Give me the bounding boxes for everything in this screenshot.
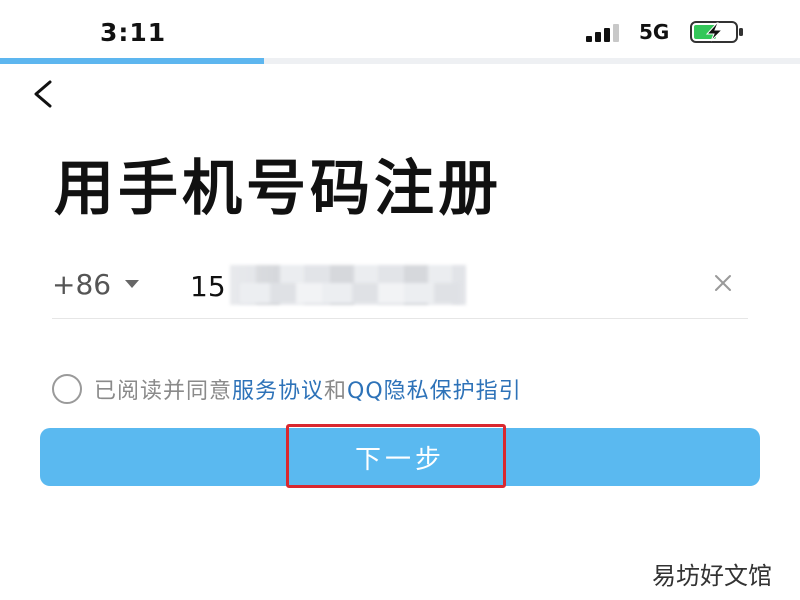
country-code-label: +86 [52, 268, 112, 301]
caret-down-icon [125, 280, 140, 288]
agreement-prefix: 已阅读并同意 [94, 379, 233, 404]
registration-progress-track [0, 58, 800, 64]
page-title: 用手机号码注册 [54, 154, 502, 224]
registration-progress-fill [0, 58, 264, 64]
registration-screen: 3:11 5G 用手机号码注册 +86 15 已阅读并同意 服务协议 和 QQ隐… [0, 0, 800, 600]
chevron-left-icon [34, 80, 52, 108]
battery-charging-icon [690, 21, 743, 43]
redacted-phone-digits-lower [240, 283, 460, 303]
country-code-selector[interactable]: +86 [52, 268, 140, 301]
phone-field-underline [52, 318, 748, 319]
next-step-button[interactable]: 下一步 [40, 428, 760, 486]
watermark-text: 易坊好文馆 [652, 562, 772, 590]
agreement-row: 已阅读并同意 服务协议 和 QQ隐私保护指引 [52, 372, 522, 406]
agreement-conjunction: 和 [324, 379, 348, 404]
agreement-checkbox[interactable] [52, 374, 82, 404]
network-type: 5G [639, 20, 670, 44]
clear-input-button[interactable] [710, 270, 736, 296]
terms-of-service-link[interactable]: 服务协议 [232, 373, 324, 405]
signal-bars-icon [586, 24, 619, 42]
privacy-policy-link[interactable]: QQ隐私保护指引 [347, 373, 522, 405]
status-bar: 3:11 5G [0, 0, 800, 58]
status-time: 3:11 [100, 18, 167, 47]
close-icon [715, 275, 731, 291]
back-button[interactable] [28, 76, 60, 112]
